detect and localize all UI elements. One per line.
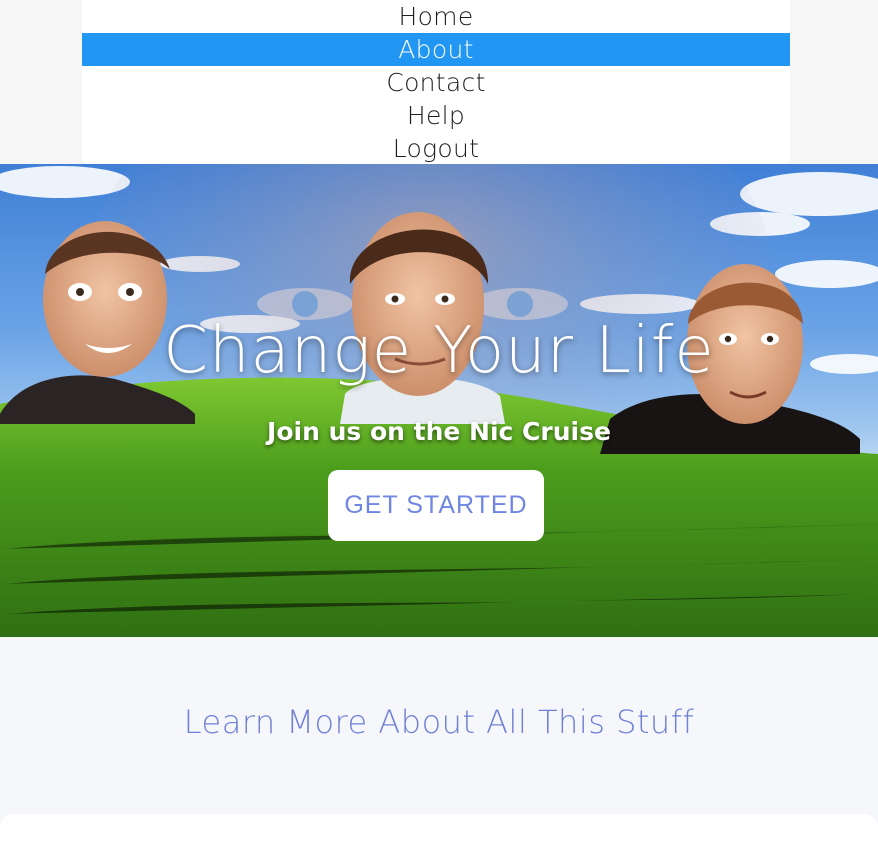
section-heading: Learn More About All This Stuff	[183, 703, 695, 741]
content-card	[0, 814, 878, 844]
hero-banner: Change Your Life Join us on the Nic Crui…	[0, 164, 878, 637]
hero-background-image	[0, 164, 878, 637]
hero-title: Change Your Life	[163, 314, 715, 388]
hero-subtitle: Join us on the Nic Cruise	[267, 417, 611, 446]
nav-item-logout[interactable]: Logout	[82, 132, 790, 165]
nav-menu: Home About Contact Help Logout	[82, 0, 790, 164]
page: Home About Contact Help Logout Change Yo…	[0, 0, 878, 844]
get-started-button[interactable]: GET STARTED	[328, 470, 544, 541]
nav-item-help[interactable]: Help	[82, 99, 790, 132]
nav-item-contact[interactable]: Contact	[82, 66, 790, 99]
nav-item-about[interactable]: About	[82, 33, 790, 66]
nav-item-home[interactable]: Home	[82, 0, 790, 33]
learn-more-section: Learn More About All This Stuff	[0, 637, 878, 844]
